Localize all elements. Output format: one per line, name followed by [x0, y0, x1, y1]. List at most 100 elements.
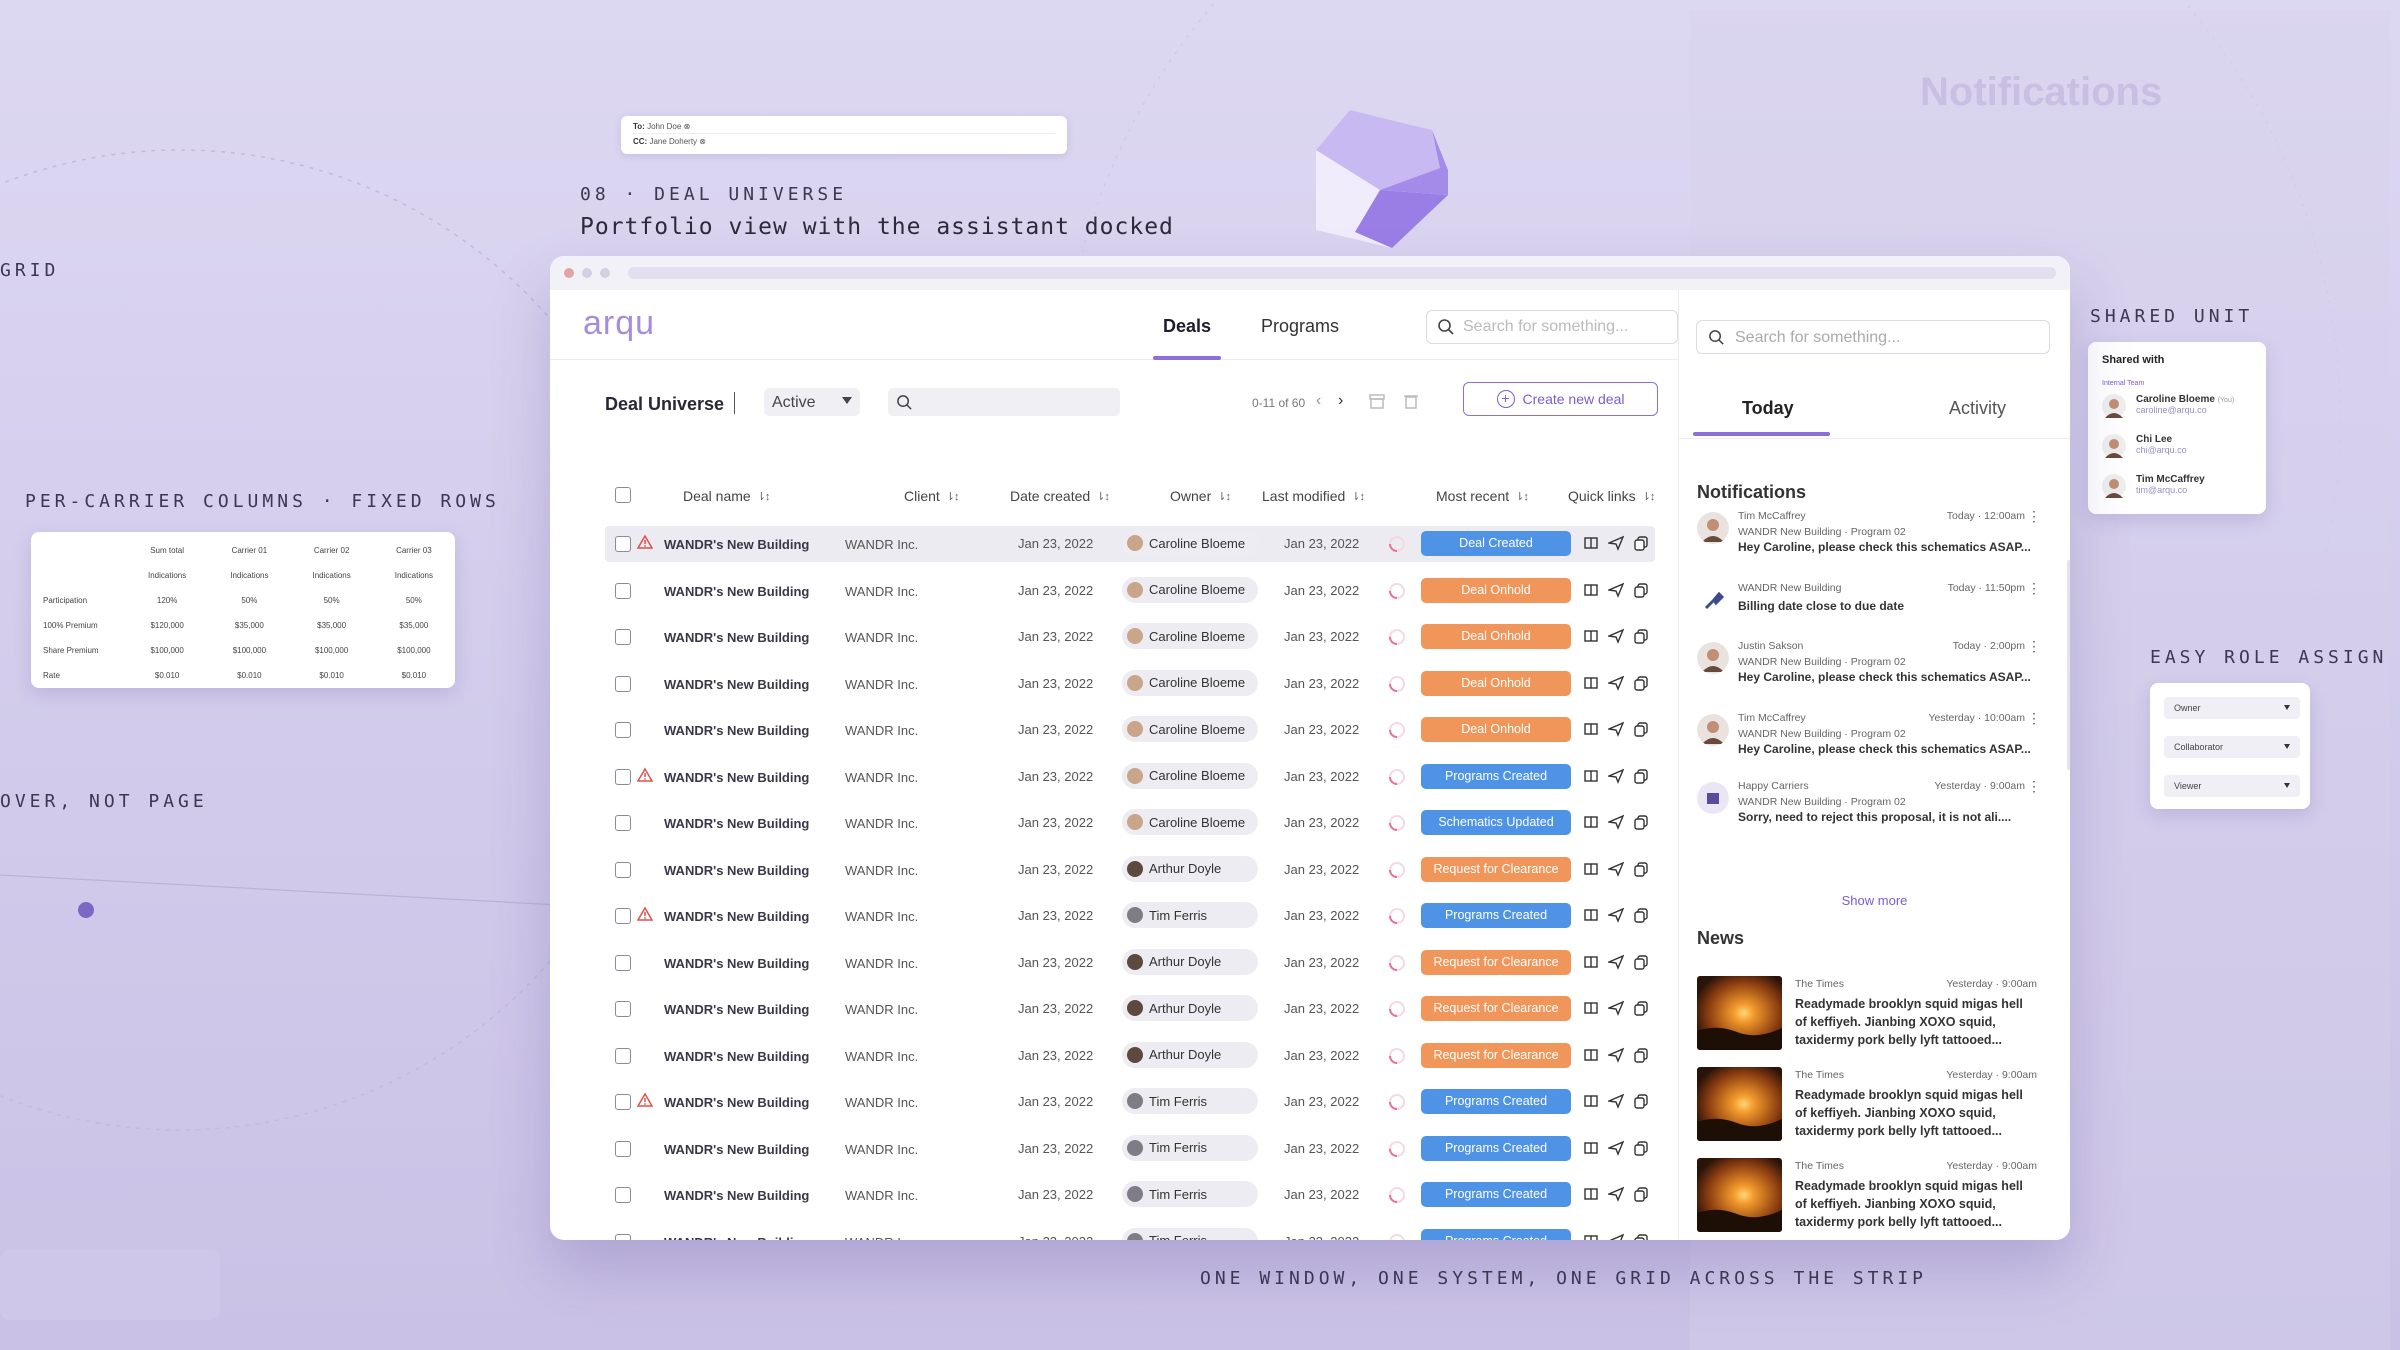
book-icon[interactable] [1583, 907, 1599, 928]
col-last-modified[interactable]: Last modified ⇂↕ [1262, 488, 1365, 504]
copy-icon[interactable] [1633, 1093, 1649, 1114]
copy-icon[interactable] [1633, 861, 1649, 882]
kebab-menu-icon[interactable]: ⋮ [2027, 580, 2041, 597]
notification-item[interactable]: Tim McCaffrey Today · 12:00am ⋮ WANDR New B… [1697, 508, 2047, 554]
notification-item[interactable]: Justin Sakson Today · 2:00pm ⋮ WANDR New Bu… [1697, 638, 2047, 684]
owner-chip[interactable]: Caroline Bloeme [1122, 716, 1258, 742]
send-icon[interactable] [1606, 814, 1625, 835]
notification-item[interactable]: Tim McCaffrey Yesterday · 10:00am ⋮ WANDR N… [1697, 710, 2047, 756]
kebab-menu-icon[interactable]: ⋮ [2027, 508, 2041, 525]
owner-chip[interactable]: Caroline Bloeme [1122, 623, 1258, 649]
copy-icon[interactable] [1633, 535, 1649, 556]
select-all-checkbox[interactable] [615, 487, 631, 503]
copy-icon[interactable] [1633, 1047, 1649, 1068]
window-dot[interactable] [564, 268, 574, 278]
send-icon[interactable] [1606, 1140, 1625, 1161]
deal-name-cell[interactable]: WANDR's New Building [664, 1049, 809, 1064]
next-page-icon[interactable]: › [1338, 392, 1343, 410]
copy-icon[interactable] [1633, 954, 1649, 975]
sort-icon[interactable]: ⇂↕ [757, 490, 771, 503]
table-row[interactable]: WANDR's New Building WANDR Inc. Jan 23, 20… [605, 805, 1655, 841]
book-icon[interactable] [1583, 1047, 1599, 1068]
table-row[interactable]: WANDR's New Building WANDR Inc. Jan 23, 20… [605, 1084, 1655, 1120]
send-icon[interactable] [1606, 1186, 1625, 1207]
tab-activity[interactable]: Activity [1949, 398, 2006, 419]
cc-recipient[interactable]: Jane Doherty [649, 137, 697, 146]
row-checkbox[interactable] [615, 582, 631, 599]
show-more-link[interactable]: Show more [1679, 893, 2070, 908]
panel-search-input[interactable]: Search for something... [1696, 320, 2050, 354]
book-icon[interactable] [1583, 768, 1599, 789]
send-icon[interactable] [1606, 768, 1625, 789]
owner-chip[interactable]: Tim Ferris [1122, 1088, 1258, 1114]
send-icon[interactable] [1606, 907, 1625, 928]
deal-name-cell[interactable]: WANDR's New Building [664, 909, 809, 924]
deal-name-cell[interactable]: WANDR's New Building [664, 1188, 809, 1203]
sort-icon[interactable]: ⇂↕ [1096, 490, 1110, 503]
row-checkbox[interactable] [615, 1094, 631, 1110]
book-icon[interactable] [1583, 535, 1599, 556]
prev-page-icon[interactable]: ‹ [1316, 392, 1321, 410]
deal-name-cell[interactable]: WANDR's New Building [664, 770, 809, 785]
owner-chip[interactable]: Tim Ferris [1122, 1181, 1258, 1207]
row-checkbox[interactable] [615, 1047, 631, 1064]
row-checkbox[interactable] [615, 1187, 631, 1203]
send-icon[interactable] [1606, 1000, 1625, 1021]
col-quick-links[interactable]: Quick links ⇂↕ [1568, 488, 1655, 504]
owner-chip[interactable]: Arthur Doyle [1122, 1041, 1258, 1068]
book-icon[interactable] [1583, 721, 1599, 742]
row-checkbox[interactable] [615, 722, 631, 738]
deal-name-cell[interactable]: WANDR's New Building [664, 584, 809, 599]
table-row[interactable]: WANDR's New Building WANDR Inc. Jan 23, 20… [605, 852, 1655, 888]
tab-programs[interactable]: Programs [1261, 316, 1339, 337]
tab-today[interactable]: Today [1742, 398, 1794, 419]
book-icon[interactable] [1583, 814, 1599, 835]
row-checkbox[interactable] [615, 675, 631, 692]
deal-name-cell[interactable]: WANDR's New Building [664, 956, 809, 971]
deal-name-cell[interactable]: WANDR's New Building [664, 1002, 809, 1017]
row-checkbox[interactable] [615, 629, 631, 645]
table-row[interactable]: WANDR's New Building WANDR Inc. Jan 23, 20… [605, 573, 1655, 609]
table-row[interactable]: WANDR's New Building WANDR Inc. Jan 23, 20… [605, 1224, 1655, 1240]
row-checkbox[interactable] [615, 1233, 631, 1240]
trash-icon[interactable] [1402, 392, 1420, 410]
send-icon[interactable] [1606, 582, 1625, 603]
remove-icon[interactable]: ⊗ [684, 122, 691, 131]
kebab-menu-icon[interactable]: ⋮ [2027, 778, 2041, 795]
copy-icon[interactable] [1633, 1233, 1649, 1240]
send-icon[interactable] [1606, 628, 1625, 649]
owner-chip[interactable]: Caroline Bloeme [1122, 762, 1258, 789]
row-checkbox[interactable] [615, 954, 631, 971]
book-icon[interactable] [1583, 1140, 1599, 1161]
send-icon[interactable] [1608, 1233, 1625, 1240]
window-dot[interactable] [600, 268, 610, 278]
book-icon[interactable] [1583, 1186, 1599, 1207]
window-dot[interactable] [582, 268, 592, 278]
notification-item[interactable]: WANDR New Building Today · 11:50pm ⋮ Billin… [1697, 580, 2047, 626]
deal-name-cell[interactable]: WANDR's New Building [664, 630, 809, 645]
news-item[interactable]: The Times Yesterday · 9:00am Readymade bro… [1697, 1067, 2037, 1141]
send-icon[interactable] [1606, 861, 1625, 882]
news-thumbnail[interactable] [1697, 1158, 1782, 1232]
row-checkbox[interactable] [615, 815, 631, 831]
owner-chip[interactable]: Tim Ferris [1122, 1227, 1258, 1240]
owner-chip[interactable]: Caroline Bloeme [1122, 530, 1258, 556]
col-most-recent[interactable]: Most recent ⇂↕ [1436, 488, 1529, 504]
book-icon[interactable] [1583, 628, 1599, 649]
table-row[interactable]: WANDR's New Building WANDR Inc. Jan 23, 20… [605, 759, 1655, 795]
row-checkbox[interactable] [615, 1140, 631, 1157]
copy-icon[interactable] [1633, 1140, 1649, 1161]
copy-icon[interactable] [1633, 768, 1649, 789]
owner-chip[interactable]: Tim Ferris [1122, 1134, 1258, 1161]
copy-icon[interactable] [1633, 907, 1649, 928]
table-row[interactable]: WANDR's New Building WANDR Inc. Jan 23, 20… [605, 898, 1655, 934]
deal-name-cell[interactable]: WANDR's New Building [664, 723, 809, 738]
global-search-input[interactable]: Search for something... [1426, 310, 1678, 344]
send-icon[interactable] [1606, 954, 1625, 975]
col-owner[interactable]: Owner ⇂↕ [1170, 488, 1231, 504]
to-recipient[interactable]: John Doe [647, 122, 681, 131]
table-row[interactable]: WANDR's New Building WANDR Inc. Jan 23, 20… [605, 1038, 1655, 1074]
send-icon[interactable] [1606, 1093, 1625, 1114]
col-deal-name[interactable]: Deal name ⇂↕ [683, 488, 771, 504]
deal-name-cell[interactable]: WANDR's New Building [664, 537, 809, 552]
